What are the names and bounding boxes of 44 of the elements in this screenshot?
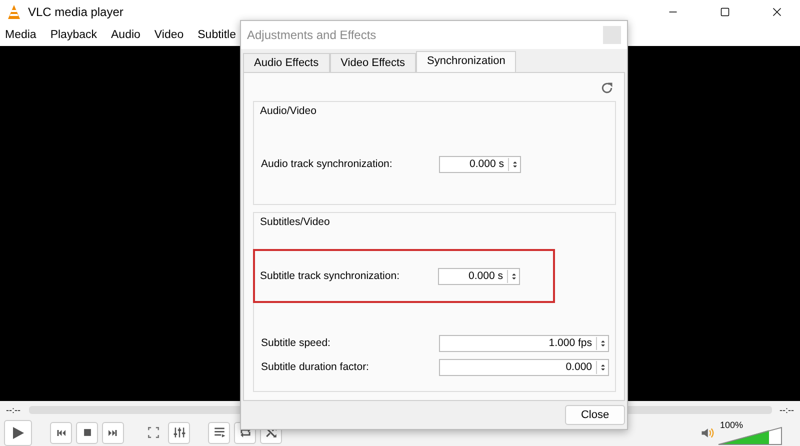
field-label: Subtitle speed: xyxy=(261,337,332,349)
equalizer-button[interactable] xyxy=(168,422,190,444)
close-icon xyxy=(771,6,783,18)
menu-item[interactable]: Media xyxy=(5,29,36,41)
elapsed-time: --:-- xyxy=(6,405,20,415)
previous-button[interactable] xyxy=(50,422,72,444)
sliders-icon xyxy=(172,426,186,439)
menu-item[interactable]: Audio xyxy=(111,29,140,41)
spin-arrows-icon xyxy=(510,270,518,282)
spin-box[interactable]: 0.000 xyxy=(439,358,609,376)
fullscreen-icon xyxy=(146,426,160,439)
tab[interactable]: Audio Effects xyxy=(243,53,330,72)
playlist-button[interactable] xyxy=(208,422,230,444)
spin-box[interactable]: 1.000 fps xyxy=(439,334,609,352)
speaker-icon xyxy=(700,426,714,440)
refresh-icon xyxy=(600,81,614,95)
volume-reading: 100% xyxy=(720,420,744,430)
next-button[interactable] xyxy=(102,422,124,444)
spin-arrows-icon xyxy=(510,158,518,170)
spin-arrows-icon xyxy=(598,338,606,348)
field-label: Subtitle duration factor: xyxy=(261,361,370,373)
dialog-title: Adjustments and Effects xyxy=(247,28,378,42)
menu-item[interactable]: Video xyxy=(154,29,184,41)
menu-item[interactable]: Subtitle xyxy=(198,29,236,41)
maximize-icon xyxy=(719,6,731,18)
field-label: Subtitle track synchronization: xyxy=(260,270,400,282)
window-title: VLC media player xyxy=(28,5,124,19)
play-button[interactable] xyxy=(4,420,32,446)
tab[interactable]: Synchronization xyxy=(416,51,516,72)
stop-button[interactable] xyxy=(76,422,98,444)
field-label: Audio track synchronization: xyxy=(261,158,394,170)
spin-box[interactable]: 0.000 s xyxy=(438,268,520,284)
menu-item[interactable]: Playback xyxy=(50,29,97,41)
spin-box[interactable]: 0.000 s xyxy=(439,156,521,172)
group-title: Audio/Video xyxy=(259,104,318,119)
group-title: Subtitles/Video xyxy=(259,215,331,230)
cone-icon xyxy=(6,4,22,20)
stop-icon xyxy=(82,427,92,438)
tab[interactable]: Video Effects xyxy=(330,53,416,72)
total-time: --:-- xyxy=(780,405,794,415)
play-icon xyxy=(10,424,26,440)
spin-arrows-icon xyxy=(598,362,606,372)
close-dialog-button[interactable]: Close xyxy=(565,405,625,425)
list-icon xyxy=(212,426,226,439)
